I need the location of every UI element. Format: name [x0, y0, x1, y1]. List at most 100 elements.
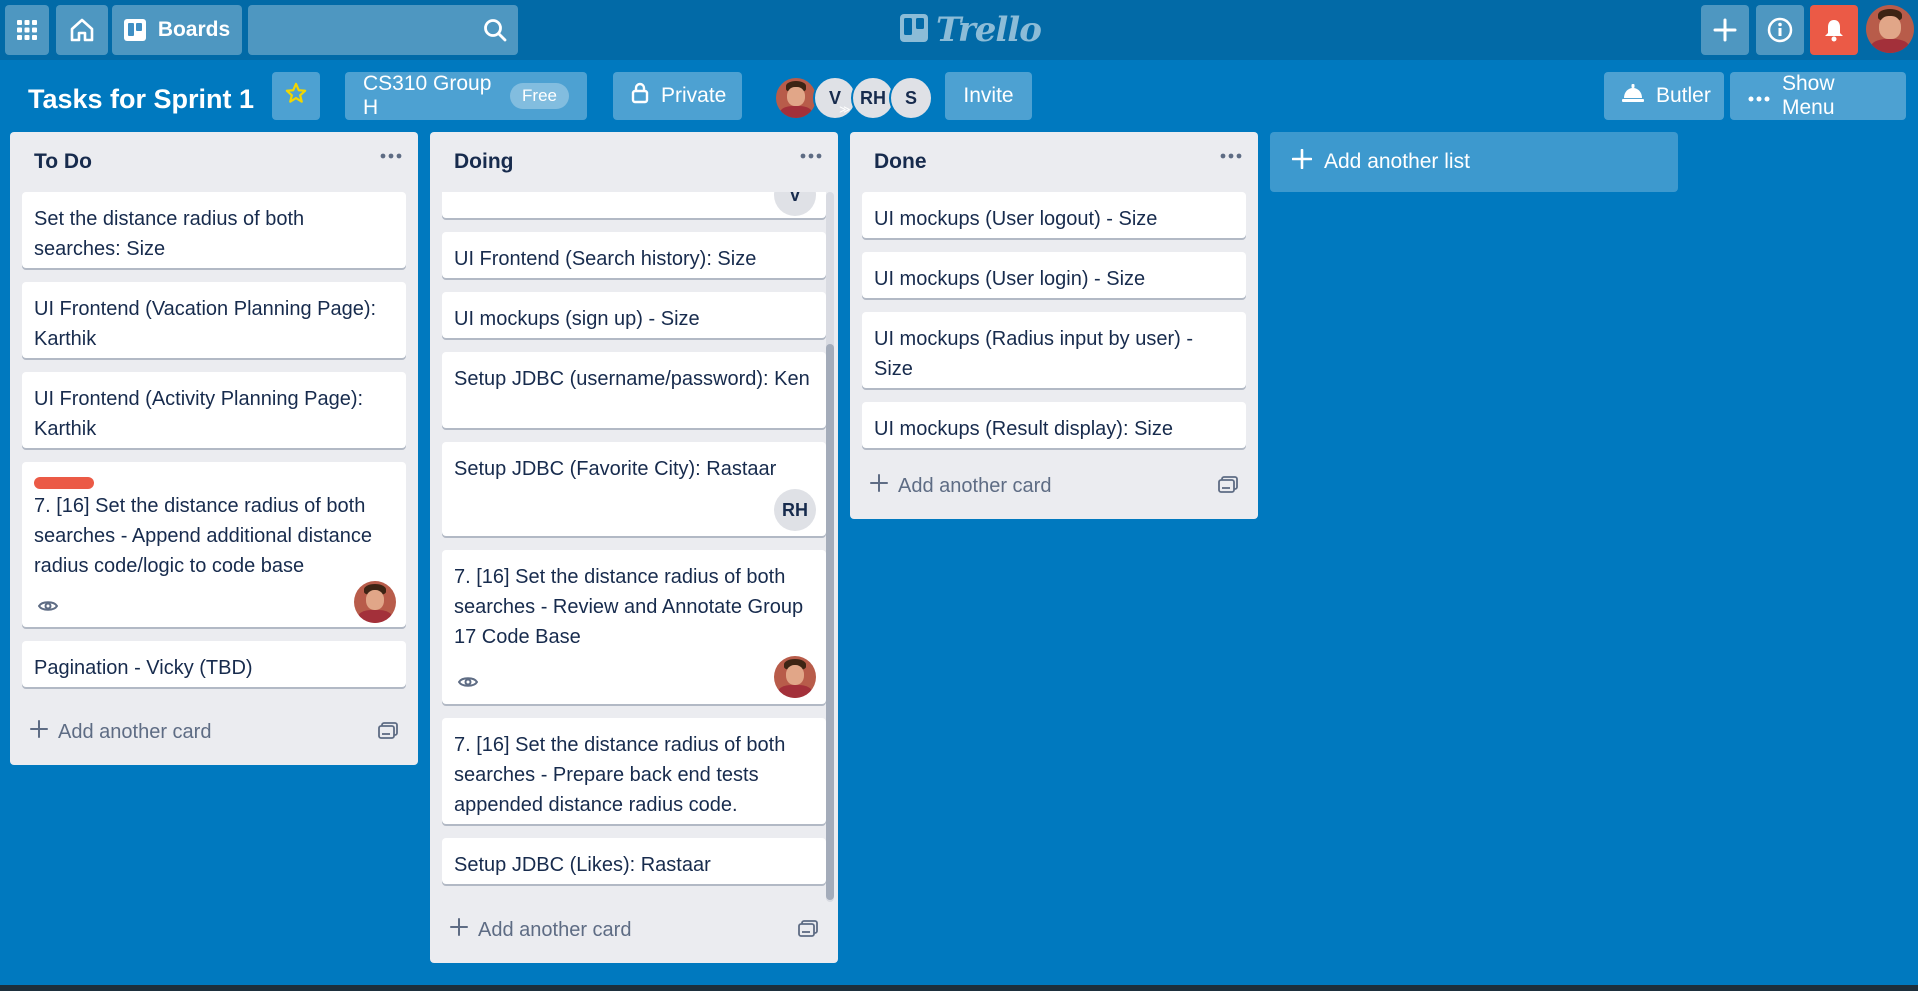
- list-scrollbar[interactable]: [826, 192, 834, 902]
- butler-button[interactable]: Butler: [1604, 72, 1724, 120]
- card[interactable]: Setup JDBC (Likes): Rastaar: [442, 838, 826, 884]
- search-icon[interactable]: [482, 17, 508, 48]
- card-template-icon[interactable]: [378, 722, 398, 745]
- information-button[interactable]: [1756, 5, 1804, 55]
- card-title: UI mockups (sign up) - Size: [454, 308, 700, 330]
- invite-button[interactable]: Invite: [945, 72, 1032, 120]
- card-title: UI Frontend (Activity Planning Page): Ka…: [34, 388, 364, 440]
- card-title: 7. [16] Set the distance radius of both …: [34, 495, 373, 577]
- card-template-icon[interactable]: [798, 920, 818, 943]
- card[interactable]: 7. [16] Set the distance radius of both …: [22, 462, 406, 627]
- team-name: CS310 Group H: [363, 72, 492, 119]
- plus-icon: [450, 918, 468, 942]
- card-title: 7. [16] Set the distance radius of both …: [454, 566, 804, 648]
- add-list-label: Add another list: [1324, 150, 1470, 173]
- card-title: Setup JDBC (Favorite City): Rastaar: [454, 458, 777, 480]
- card-title: Set the distance radius of both searches…: [34, 208, 305, 260]
- card[interactable]: Setup JDBC (Favorite City): Rastaar RH: [442, 442, 826, 536]
- card[interactable]: UI mockups (Result display): Size: [862, 402, 1246, 448]
- card-title: UI Frontend (Search history): Size: [454, 248, 757, 270]
- card-member-avatar[interactable]: RH: [774, 489, 816, 531]
- invite-label: Invite: [963, 84, 1014, 107]
- notifications-button[interactable]: [1810, 5, 1858, 55]
- card[interactable]: UI mockups (Radius input by user) - Size: [862, 312, 1246, 388]
- info-icon: [1767, 17, 1793, 43]
- card-title: UI mockups (Radius input by user) - Size: [874, 328, 1194, 380]
- card-template-icon[interactable]: [1218, 476, 1238, 499]
- team-button[interactable]: CS310 Group H Free: [345, 72, 587, 120]
- card-member-avatar[interactable]: [774, 656, 816, 698]
- card-label-red[interactable]: [34, 477, 94, 489]
- boards-button[interactable]: Boards: [112, 5, 242, 55]
- card-title: Pagination - Vicky (TBD): [34, 657, 253, 679]
- add-list-button[interactable]: Add another list: [1270, 132, 1678, 192]
- card[interactable]: V: [442, 192, 826, 218]
- card[interactable]: Setup JDBC (username/password): Ken: [442, 352, 826, 428]
- card[interactable]: 7. [16] Set the distance radius of both …: [442, 550, 826, 704]
- card[interactable]: Pagination - Vicky (TBD): [22, 641, 406, 687]
- card-title: UI mockups (User logout) - Size: [874, 208, 1158, 230]
- trello-logo[interactable]: Trello: [900, 8, 1042, 52]
- home-icon: [69, 17, 95, 43]
- list-menu-icon[interactable]: [1220, 146, 1242, 164]
- create-button[interactable]: [1701, 5, 1749, 55]
- list-to-do: To Do Set the distance radius of both se…: [10, 132, 418, 765]
- card-list: UI mockups (User logout) - Size UI mocku…: [850, 192, 1258, 464]
- card[interactable]: UI Frontend (Search history): Size: [442, 232, 826, 278]
- board-title[interactable]: Tasks for Sprint 1: [18, 74, 264, 124]
- visibility-label: Private: [661, 84, 727, 107]
- search-bar[interactable]: [248, 5, 518, 57]
- card-title: Setup JDBC (Likes): Rastaar: [454, 854, 711, 876]
- list-header: Done: [850, 132, 1258, 192]
- lock-icon: [631, 82, 649, 110]
- card[interactable]: UI mockups (sign up) - Size: [442, 292, 826, 338]
- add-card-label: Add another card: [478, 918, 632, 941]
- bell-icon: [1822, 18, 1846, 42]
- card[interactable]: Set the distance radius of both searches…: [22, 192, 406, 268]
- list-menu-icon[interactable]: [800, 146, 822, 164]
- show-menu-label: Show Menu: [1782, 72, 1835, 119]
- add-card-button[interactable]: Add another card: [442, 908, 631, 952]
- member-avatar-photo[interactable]: [774, 76, 818, 120]
- add-card-button[interactable]: Add another card: [22, 710, 211, 754]
- list-done: Done UI mockups (User logout) - Size UI …: [850, 132, 1258, 519]
- apps-button[interactable]: [5, 5, 49, 55]
- list-menu-icon[interactable]: [380, 146, 402, 164]
- card[interactable]: 7. [16] Set the distance radius of both …: [442, 718, 826, 824]
- trello-board-icon: [900, 13, 928, 47]
- card-title: 7. [16] Set the distance radius of both …: [454, 734, 786, 816]
- add-card-label: Add another card: [898, 474, 1052, 497]
- card[interactable]: UI mockups (User logout) - Size: [862, 192, 1246, 238]
- card-title: UI Frontend (Vacation Planning Page): Ka…: [34, 298, 377, 350]
- home-button[interactable]: [56, 5, 108, 55]
- card[interactable]: UI mockups (User login) - Size: [862, 252, 1246, 298]
- trello-logo-text: Trello: [936, 10, 1042, 50]
- window-bottom-edge: [0, 985, 1918, 991]
- list-title[interactable]: Doing: [454, 150, 513, 174]
- star-icon: [285, 82, 307, 110]
- list-header: Doing: [430, 132, 838, 192]
- scrollbar-thumb[interactable]: [826, 344, 834, 900]
- card-member-avatar[interactable]: [354, 581, 396, 623]
- card[interactable]: UI Frontend (Activity Planning Page): Ka…: [22, 372, 406, 448]
- card[interactable]: UI Frontend (Vacation Planning Page): Ka…: [22, 282, 406, 358]
- search-input[interactable]: [258, 5, 472, 57]
- card-list: V UI Frontend (Search history): Size UI …: [430, 192, 838, 902]
- watch-eye-icon: [457, 668, 479, 698]
- visibility-button[interactable]: Private: [613, 72, 742, 120]
- top-header: Boards Trello: [0, 0, 1918, 60]
- user-avatar[interactable]: [1866, 5, 1914, 53]
- card-member-avatar[interactable]: V: [774, 192, 816, 216]
- star-board-button[interactable]: [272, 72, 320, 120]
- add-card-label: Add another card: [58, 720, 212, 743]
- show-menu-button[interactable]: Show Menu: [1730, 72, 1906, 120]
- member-avatar-s[interactable]: S: [889, 76, 933, 120]
- list-doing: Doing V UI Frontend (Search history): Si…: [430, 132, 838, 963]
- list-title[interactable]: Done: [874, 150, 927, 174]
- card-title: Setup JDBC (username/password): Ken: [454, 368, 810, 390]
- plus-icon: [1713, 18, 1737, 42]
- list-title[interactable]: To Do: [34, 150, 92, 174]
- butler-label: Butler: [1656, 84, 1711, 107]
- watch-eye-icon: [37, 592, 59, 622]
- add-card-button[interactable]: Add another card: [862, 464, 1051, 508]
